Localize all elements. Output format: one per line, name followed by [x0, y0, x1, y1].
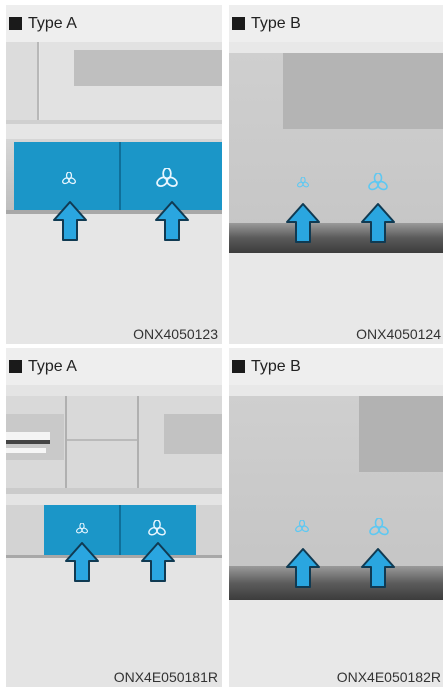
dashboard-illustration — [229, 42, 443, 344]
panel-type-b-bottom: Type B ONX4E050182R — [229, 348, 443, 687]
up-arrow-icon — [53, 201, 87, 241]
dashboard-illustration — [6, 42, 222, 344]
up-arrow-icon — [361, 548, 395, 588]
square-bullet-icon — [9, 360, 22, 373]
fan-high-icon — [148, 520, 166, 536]
fan-high-icon — [368, 173, 388, 191]
up-arrow-icon — [286, 203, 320, 243]
panel-header: Type A — [6, 5, 222, 42]
fan-low-icon — [76, 523, 88, 534]
fan-high-icon — [369, 518, 389, 536]
panel-header: Type B — [229, 5, 443, 42]
image-code: ONX4050123 — [133, 326, 218, 342]
fan-low-icon — [297, 177, 309, 188]
fan-low-icon — [62, 172, 76, 185]
panel-type-a-bottom: Type A ONX4E050181R — [6, 348, 222, 687]
up-arrow-icon — [141, 542, 175, 582]
up-arrow-icon — [361, 203, 395, 243]
page: Type A ONX4050123 Type B ONX4050124 Type… — [0, 0, 443, 689]
up-arrow-icon — [286, 548, 320, 588]
image-code: ONX4E050182R — [336, 669, 441, 685]
square-bullet-icon — [232, 360, 245, 373]
image-code: ONX4050124 — [356, 326, 441, 342]
panel-title: Type B — [251, 14, 301, 32]
fan-high-icon — [156, 168, 178, 187]
panel-type-a-top: Type A ONX4050123 — [6, 5, 222, 344]
panel-header: Type B — [229, 348, 443, 385]
panel-title: Type A — [28, 357, 77, 375]
panel-title: Type A — [28, 14, 77, 32]
fan-low-icon — [295, 520, 309, 533]
dashboard-illustration — [229, 385, 443, 687]
panel-header: Type A — [6, 348, 222, 385]
up-arrow-icon — [155, 201, 189, 241]
fan-button-bar — [14, 142, 222, 210]
square-bullet-icon — [232, 17, 245, 30]
dashboard-illustration — [6, 385, 222, 687]
panel-title: Type B — [251, 357, 301, 375]
square-bullet-icon — [9, 17, 22, 30]
image-code: ONX4E050181R — [113, 669, 218, 685]
up-arrow-icon — [65, 542, 99, 582]
panel-type-b-top: Type B ONX4050124 — [229, 5, 443, 344]
